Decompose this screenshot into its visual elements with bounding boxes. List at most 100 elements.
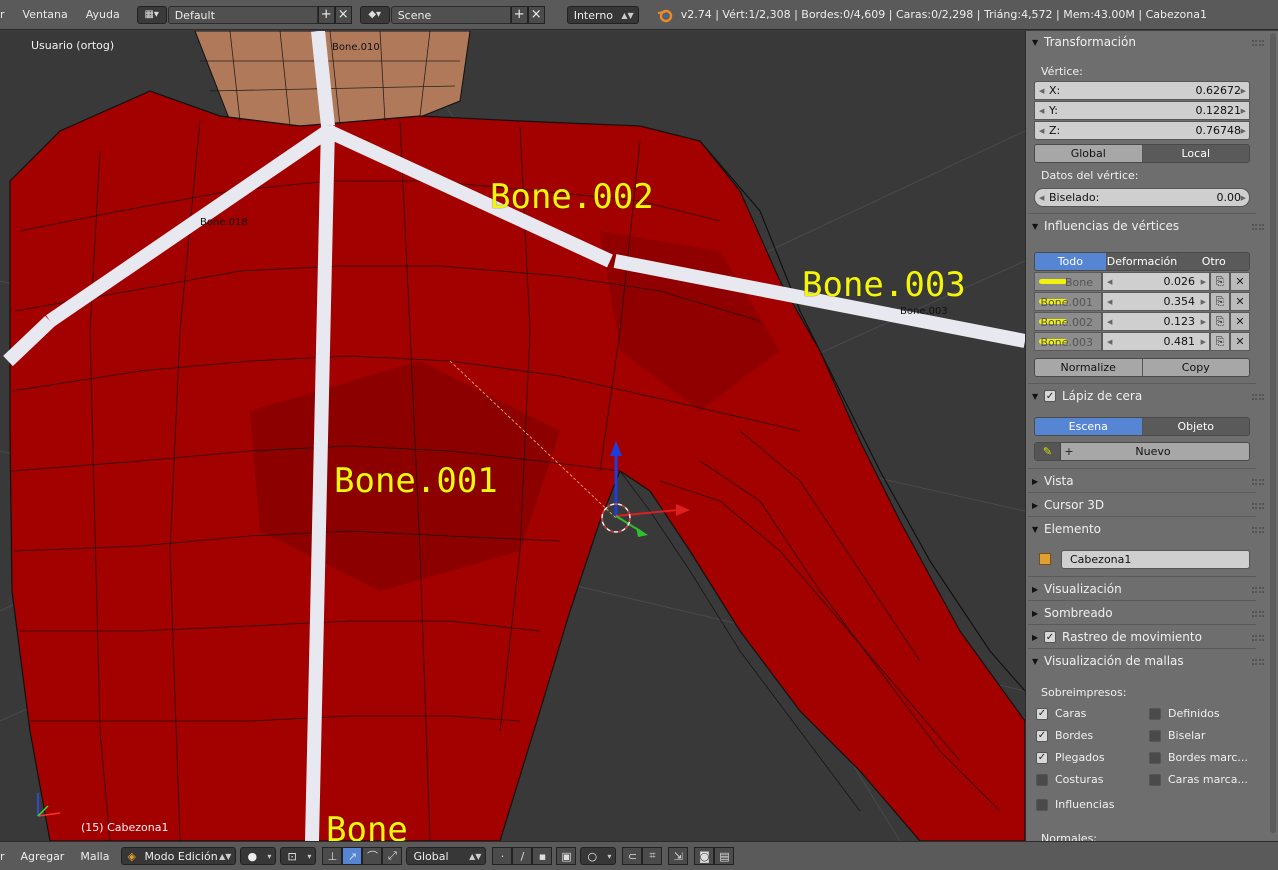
render-camera-icon[interactable]: ◙: [694, 847, 715, 865]
delete-weight-icon[interactable]: ✕: [1230, 272, 1250, 291]
panel-transform-header[interactable]: ▼ Transformación: [1032, 31, 1256, 53]
marked-edges-checkbox[interactable]: [1149, 751, 1161, 764]
shading-select[interactable]: ● ▾: [240, 847, 277, 865]
faces-checkbox[interactable]: ✓: [1036, 707, 1048, 720]
weight-row[interactable]: Bone.002 ◀ 0.123 ▶ ⎘ ✕: [1034, 312, 1250, 331]
panel-mesh-display-header[interactable]: ▼ Visualización de mallas: [1032, 650, 1256, 672]
local-button[interactable]: Local: [1142, 145, 1249, 162]
tab-other[interactable]: Otro: [1178, 253, 1249, 270]
grease-pencil-checkbox[interactable]: ✓: [1044, 390, 1056, 402]
remove-layout-icon[interactable]: ×: [334, 5, 352, 24]
layout-name-field[interactable]: Default: [167, 5, 318, 24]
screen-layout-icon[interactable]: ▦▾: [136, 5, 167, 24]
panel-item-header[interactable]: ▼ Elemento: [1032, 518, 1256, 540]
sharp-option[interactable]: Definidos: [1149, 707, 1220, 720]
panel-display-header[interactable]: ▶ Visualización: [1032, 578, 1256, 600]
weight-row[interactable]: Bone ◀ 0.026 ▶ ⎘ ✕: [1034, 272, 1250, 291]
menu-select[interactable]: r: [0, 850, 13, 863]
weight-group-name[interactable]: Bone.002: [1034, 312, 1102, 331]
panel-grip-icon[interactable]: [1252, 587, 1264, 593]
creases-option[interactable]: ✓ Plegados: [1036, 751, 1105, 764]
manipulator-toggle-icon[interactable]: ⊥: [322, 847, 343, 865]
weight-value-field[interactable]: ◀ 0.123 ▶: [1102, 312, 1210, 331]
panel-view-header[interactable]: ▶ Vista: [1032, 470, 1256, 492]
snap-element-icon[interactable]: ⌗: [642, 847, 663, 865]
vertex-select-icon[interactable]: ·: [492, 847, 513, 865]
scene-icon[interactable]: ◆▾: [359, 5, 390, 24]
weight-group-name[interactable]: Bone: [1034, 272, 1102, 291]
bevel-checkbox[interactable]: [1149, 729, 1161, 742]
edges-option[interactable]: ✓ Bordes: [1036, 729, 1093, 742]
tab-all[interactable]: Todo: [1035, 253, 1107, 270]
panel-shading-header[interactable]: ▶ Sombreado: [1032, 602, 1256, 624]
motion-tracking-checkbox[interactable]: ✓: [1044, 631, 1056, 643]
marked-edges-option[interactable]: Bordes marc...: [1149, 751, 1248, 764]
object-name-field[interactable]: Cabezona1: [1061, 550, 1250, 569]
menu-add[interactable]: Agregar: [13, 850, 73, 863]
orientation-select[interactable]: Global ▲▼: [406, 847, 487, 865]
weight-group-name[interactable]: Bone.003: [1034, 332, 1102, 351]
weight-row[interactable]: Bone.001 ◀ 0.354 ▶ ⎘ ✕: [1034, 292, 1250, 311]
3d-viewport[interactable]: Usuario (ortog) (15) Cabezona1 Bone.002 …: [0, 31, 1025, 841]
weight-value-field[interactable]: ◀ 0.026 ▶: [1102, 272, 1210, 291]
tab-deform[interactable]: Deformación: [1106, 253, 1179, 270]
panel-grip-icon[interactable]: [1252, 611, 1264, 617]
weight-value-field[interactable]: ◀ 0.481 ▶: [1102, 332, 1210, 351]
edge-select-icon[interactable]: /: [512, 847, 533, 865]
copy-button[interactable]: Copy: [1142, 359, 1249, 376]
translate-icon[interactable]: ↗: [342, 847, 363, 865]
copy-weight-icon[interactable]: ⎘: [1210, 332, 1230, 351]
global-button[interactable]: Global: [1035, 145, 1143, 162]
snap-toggle-icon[interactable]: ⊂: [622, 847, 643, 865]
faces-option[interactable]: ✓ Caras: [1036, 707, 1086, 720]
panel-scrollbar[interactable]: [1270, 33, 1276, 833]
panel-grip-icon[interactable]: [1252, 224, 1264, 230]
marked-faces-option[interactable]: Caras marca...: [1149, 773, 1248, 786]
weight-value-field[interactable]: ◀ 0.354 ▶: [1102, 292, 1210, 311]
bevel-weight-field[interactable]: ◀ Biselado: 0.00 ▶: [1034, 188, 1250, 207]
proportional-edit-select[interactable]: ○ ▾: [580, 847, 617, 865]
menu-mesh[interactable]: Malla: [72, 850, 117, 863]
panel-grip-icon[interactable]: [1252, 394, 1264, 400]
add-scene-icon[interactable]: +: [510, 5, 528, 24]
copy-paste-icon[interactable]: ⇲: [668, 847, 689, 865]
pivot-select[interactable]: ⊡ ▾: [280, 847, 317, 865]
panel-grip-icon[interactable]: [1252, 479, 1264, 485]
vertex-x-field[interactable]: ◀ X: 0.62672 ▶: [1034, 81, 1250, 100]
normalize-button[interactable]: Normalize: [1035, 359, 1143, 376]
scale-icon[interactable]: ⤢: [382, 847, 403, 865]
copy-weight-icon[interactable]: ⎘: [1210, 272, 1230, 291]
seams-option[interactable]: Costuras: [1036, 773, 1103, 786]
add-layout-icon[interactable]: +: [317, 5, 335, 24]
tab-object[interactable]: Objeto: [1142, 418, 1249, 435]
remove-scene-icon[interactable]: ×: [527, 5, 545, 24]
delete-weight-icon[interactable]: ✕: [1230, 332, 1250, 351]
menu-window[interactable]: Ventana: [14, 8, 77, 21]
weight-group-name[interactable]: Bone.001: [1034, 292, 1102, 311]
vertex-z-field[interactable]: ◀ Z: 0.76748 ▶: [1034, 121, 1250, 140]
occlude-geometry-icon[interactable]: ▣: [556, 847, 577, 865]
vertex-y-field[interactable]: ◀ Y: 0.12821 ▶: [1034, 101, 1250, 120]
copy-weight-icon[interactable]: ⎘: [1210, 312, 1230, 331]
menu-help[interactable]: Ayuda: [77, 8, 129, 21]
panel-grip-icon[interactable]: [1252, 503, 1264, 509]
panel-grease-pencil-header[interactable]: ▼ ✓ Lápiz de cera: [1032, 385, 1256, 407]
render-anim-icon[interactable]: ▤: [714, 847, 735, 865]
creases-checkbox[interactable]: ✓: [1036, 751, 1048, 764]
render-engine-select[interactable]: Interno ▲▼: [566, 5, 639, 24]
new-grease-pencil-button[interactable]: ✎ + Nuevo: [1034, 442, 1250, 461]
panel-grip-icon[interactable]: [1252, 527, 1264, 533]
weights-option[interactable]: Influencias: [1036, 798, 1114, 811]
seams-checkbox[interactable]: [1036, 773, 1048, 786]
edges-checkbox[interactable]: ✓: [1036, 729, 1048, 742]
face-select-icon[interactable]: ▪: [532, 847, 553, 865]
panel-vertex-weights-header[interactable]: ▼ Influencias de vértices: [1032, 215, 1256, 237]
bevel-option[interactable]: Biselar: [1149, 729, 1205, 742]
marked-faces-checkbox[interactable]: [1149, 773, 1161, 786]
panel-motion-tracking-header[interactable]: ▶ ✓ Rastreo de movimiento: [1032, 626, 1256, 648]
panel-grip-icon[interactable]: [1252, 635, 1264, 641]
weight-row[interactable]: Bone.003 ◀ 0.481 ▶ ⎘ ✕: [1034, 332, 1250, 351]
scene-name-field[interactable]: Scene: [390, 5, 511, 24]
delete-weight-icon[interactable]: ✕: [1230, 292, 1250, 311]
sharp-checkbox[interactable]: [1149, 707, 1161, 720]
